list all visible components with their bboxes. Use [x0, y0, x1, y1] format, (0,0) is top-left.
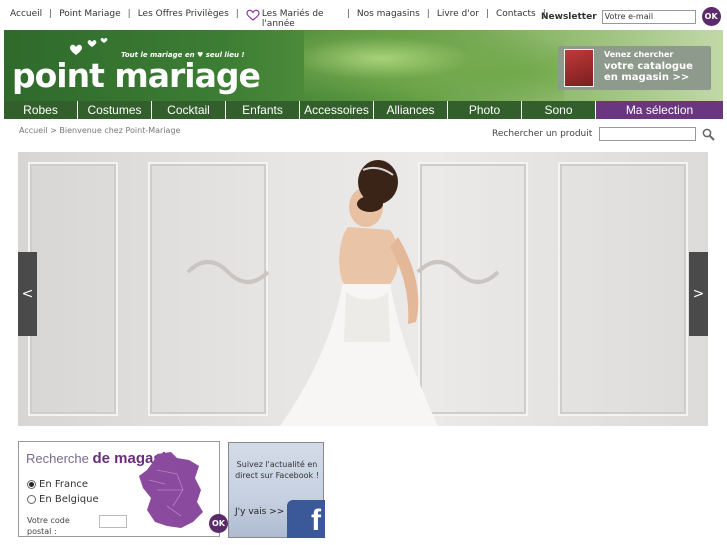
nav-link-livre-dor[interactable]: Livre d'or	[437, 9, 479, 19]
product-search: Rechercher un produit	[492, 127, 715, 141]
nav-separator: |	[485, 9, 489, 19]
breadcrumb-current: Bienvenue chez Point-Mariage	[59, 126, 181, 135]
newsletter-label: Newsletter	[541, 11, 597, 22]
slideshow-prev-button[interactable]: <	[18, 252, 37, 336]
menu-item-robes[interactable]: Robes	[4, 101, 78, 119]
catalog-line-2-text: votre catalogue	[604, 61, 693, 72]
postal-code-label: Votre code postal :	[27, 516, 70, 536]
breadcrumb-separator: >	[50, 126, 57, 135]
heart-icon	[246, 9, 260, 21]
radio-belgique-label: En Belgique	[39, 494, 99, 505]
breadcrumb-home[interactable]: Accueil	[19, 126, 48, 135]
nav-separator: |	[49, 9, 53, 19]
nav-link-point-mariage[interactable]: Point Mariage	[59, 9, 120, 19]
radio-france-label: En France	[39, 479, 89, 490]
radio-france[interactable]: En France	[27, 479, 88, 490]
facebook-link[interactable]: J'y vais >>	[235, 507, 284, 517]
nav-separator: |	[426, 9, 430, 19]
leaves-background	[304, 30, 564, 101]
catalog-thumbnail	[564, 49, 594, 87]
menu-item-cocktail[interactable]: Cocktail	[152, 101, 226, 119]
newsletter-ok-button[interactable]: OK	[701, 7, 721, 26]
facebook-text: Suivez l'actualité en direct sur Faceboo…	[235, 460, 319, 480]
bride-photo	[186, 160, 500, 426]
search-icon[interactable]	[702, 128, 715, 141]
nav-separator: |	[346, 9, 350, 19]
nav-separator: |	[235, 9, 239, 19]
postal-code-input[interactable]	[99, 515, 127, 528]
newsletter-email-input[interactable]	[601, 9, 696, 24]
site-logo[interactable]: point mariage	[12, 58, 261, 94]
search-label: Rechercher un produit	[492, 129, 593, 139]
facebook-box[interactable]: Suivez l'actualité en direct sur Faceboo…	[228, 442, 325, 538]
facebook-logo-icon: f	[287, 500, 325, 538]
newsletter-form: Newsletter OK	[541, 7, 721, 26]
slideshow-next-button[interactable]: >	[689, 252, 708, 336]
store-search-ok-button[interactable]: OK	[209, 514, 228, 533]
menu-item-sono[interactable]: Sono	[522, 101, 596, 119]
menu-item-costumes[interactable]: Costumes	[78, 101, 152, 119]
menu-item-alliances[interactable]: Alliances	[374, 101, 448, 119]
nav-link-offres-privileges[interactable]: Les Offres Privilèges	[138, 9, 229, 19]
radio-france-indicator[interactable]	[27, 480, 36, 489]
france-map-icon	[139, 452, 203, 528]
nav-link-maries-annee[interactable]: Les Mariés de l'année	[262, 9, 340, 29]
hero-slideshow: < >	[18, 152, 708, 426]
nav-separator: |	[127, 9, 131, 19]
header-banner: Tout le mariage en ♥ seul lieu ! point m…	[4, 30, 723, 101]
catalog-line-1: Venez chercher	[604, 50, 674, 59]
nav-link-accueil[interactable]: Accueil	[10, 9, 42, 19]
breadcrumb: Accueil > Bienvenue chez Point-Mariage	[19, 126, 180, 135]
nav-link-contacts[interactable]: Contacts	[496, 9, 536, 19]
catalog-line-3-text: en magasin >>	[604, 72, 690, 83]
nav-link-nos-magasins[interactable]: Nos magasins	[357, 9, 420, 19]
store-search-box: Recherche de magasin En France En Belgiq…	[18, 441, 228, 537]
catalog-promo[interactable]: Venez chercher votre catalogue en magasi…	[558, 46, 711, 90]
menu-item-ma-selection[interactable]: Ma sélection	[596, 101, 723, 119]
top-links: Accueil | Point Mariage | Les Offres Pri…	[10, 9, 553, 29]
catalog-line-2: votre catalogue en magasin >>	[604, 61, 693, 83]
main-menu: Robes Costumes Cocktail Enfants Accessoi…	[4, 101, 723, 119]
store-search-title-light: Recherche	[26, 451, 89, 466]
menu-item-photo[interactable]: Photo	[448, 101, 522, 119]
search-input[interactable]	[599, 127, 697, 141]
radio-belgique-indicator[interactable]	[27, 495, 36, 504]
radio-belgique[interactable]: En Belgique	[27, 494, 99, 505]
menu-item-enfants[interactable]: Enfants	[226, 101, 300, 119]
top-navigation: Accueil | Point Mariage | Les Offres Pri…	[0, 0, 727, 30]
menu-item-accessoires[interactable]: Accessoires	[300, 101, 374, 119]
